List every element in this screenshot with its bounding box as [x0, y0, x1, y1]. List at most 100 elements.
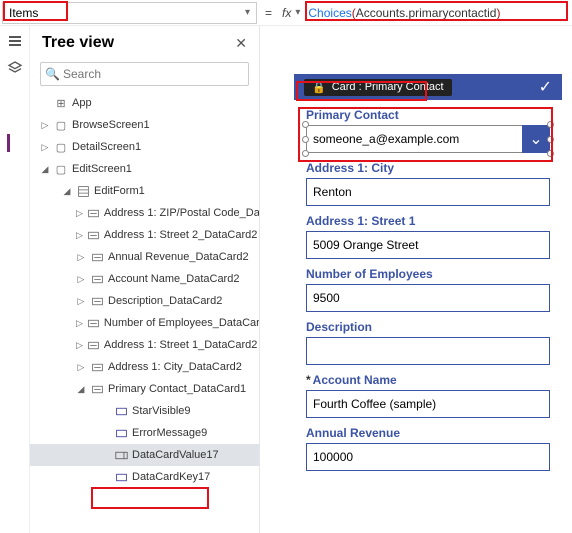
account-name-input[interactable]: Fourth Coffee (sample) — [306, 390, 550, 418]
tree-node[interactable]: ErrorMessage9 — [30, 422, 259, 444]
card-icon — [90, 360, 104, 374]
field-employees: Number of Employees 9500 — [306, 267, 550, 312]
city-input[interactable]: Renton — [306, 178, 550, 206]
tree-node[interactable]: ◢Primary Contact_DataCard1 — [30, 378, 259, 400]
card-icon — [90, 382, 104, 396]
card-icon — [90, 294, 104, 308]
field-street1: Address 1: Street 1 5009 Orange Street — [306, 214, 550, 259]
tree-node[interactable]: ▷Address 1: City_DataCard2 — [30, 356, 259, 378]
control-icon — [114, 426, 128, 440]
field-value: 9500 — [313, 291, 340, 305]
canvas: 🔒 Card : Primary Contact ✓ Primary Conta… — [260, 26, 572, 533]
field-label: Number of Employees — [306, 267, 550, 281]
tree-node[interactable]: ▷Address 1: ZIP/Postal Code_DataCard2 — [30, 202, 259, 224]
tree: ⊞App ▷▢BrowseScreen1 ▷▢DetailScreen1 ◢▢E… — [30, 92, 259, 533]
tree-label: EditScreen1 — [72, 163, 132, 175]
tree-node[interactable]: ▷Address 1: Street 1_DataCard2 — [30, 334, 259, 356]
tree-view-icon[interactable] — [7, 60, 23, 81]
tree-node[interactable]: ▷Address 1: Street 2_DataCard2 — [30, 224, 259, 246]
field-annual-revenue: Annual Revenue 100000 — [306, 426, 550, 471]
tree-label: Annual Revenue_DataCard2 — [108, 251, 249, 263]
control-icon — [114, 404, 128, 418]
property-bar: Items ▾ = fx ▾ Choices(Accounts.primaryc… — [0, 0, 572, 26]
property-select[interactable]: Items ▾ — [2, 2, 257, 24]
tree-label: StarVisible9 — [132, 405, 191, 417]
description-input[interactable] — [306, 337, 550, 365]
left-rail — [0, 26, 30, 533]
tree-node[interactable]: ▷Account Name_DataCard2 — [30, 268, 259, 290]
card-header: 🔒 Card : Primary Contact ✓ — [294, 74, 562, 100]
close-icon[interactable]: ✕ — [235, 35, 247, 52]
field-value: Fourth Coffee (sample) — [313, 397, 436, 411]
field-label: Address 1: Street 1 — [306, 214, 550, 228]
fx-label: fx ▾ — [278, 6, 304, 20]
card-icon — [87, 316, 100, 330]
chevron-down-icon: ▾ — [245, 7, 250, 18]
check-icon[interactable]: ✓ — [539, 77, 552, 97]
field-label: Primary Contact — [306, 108, 550, 122]
tree-node-browse[interactable]: ▷▢BrowseScreen1 — [30, 114, 259, 136]
field-primary-contact: Primary Contact someone_a@example.com ⌄ — [306, 108, 550, 153]
field-label: *Account Name — [306, 373, 550, 387]
chevron-down-icon[interactable]: ⌄ — [522, 125, 550, 153]
equals-label: = — [259, 6, 278, 20]
combo-icon — [114, 448, 128, 462]
field-label: Description — [306, 320, 550, 334]
lock-icon: 🔒 — [312, 81, 326, 94]
primary-contact-combo[interactable]: someone_a@example.com ⌄ — [306, 125, 550, 153]
tree-label: ErrorMessage9 — [132, 427, 207, 439]
screen-icon: ▢ — [54, 140, 68, 154]
tree-label: Address 1: ZIP/Postal Code_DataCard2 — [104, 207, 259, 219]
field-value: 5009 Orange Street — [313, 238, 418, 252]
tree-label: Address 1: Street 1_DataCard2 — [104, 339, 257, 351]
formula-arg: Accounts.primarycontactid — [356, 6, 497, 20]
form-body: Primary Contact someone_a@example.com ⌄ … — [294, 100, 562, 520]
tree-label: BrowseScreen1 — [72, 119, 150, 131]
tree-label: EditForm1 — [94, 185, 145, 197]
app-icon: ⊞ — [54, 96, 68, 110]
fx-icon: fx — [282, 6, 291, 20]
form-icon — [76, 184, 90, 198]
tree-node[interactable]: ▷Description_DataCard2 — [30, 290, 259, 312]
search-icon: 🔍 — [45, 67, 60, 81]
tree-label: Number of Employees_DataCard2 — [104, 317, 259, 329]
tree-node[interactable]: StarVisible9 — [30, 400, 259, 422]
formula-fn: Choices — [308, 6, 351, 20]
tree-view-panel: Tree view ✕ 🔍 ⊞App ▷▢BrowseScreen1 ▷▢Det… — [30, 26, 260, 533]
field-value: someone_a@example.com — [313, 132, 459, 146]
screen-icon: ▢ — [54, 162, 68, 176]
tree-node[interactable]: ▷Number of Employees_DataCard2 — [30, 312, 259, 334]
tree-node-detail[interactable]: ▷▢DetailScreen1 — [30, 136, 259, 158]
formula-bar[interactable]: Choices(Accounts.primarycontactid) — [304, 6, 504, 20]
tree-view-title: Tree view — [42, 34, 114, 52]
field-value: 100000 — [313, 450, 353, 464]
street1-input[interactable]: 5009 Orange Street — [306, 231, 550, 259]
field-label: Address 1: City — [306, 161, 550, 175]
hamburger-icon[interactable] — [9, 34, 21, 48]
field-label: Annual Revenue — [306, 426, 550, 440]
tree-node[interactable]: ▷Annual Revenue_DataCard2 — [30, 246, 259, 268]
tree-node-form[interactable]: ◢EditForm1 — [30, 180, 259, 202]
card-badge: 🔒 Card : Primary Contact — [304, 79, 452, 96]
field-description: Description — [306, 320, 550, 365]
tree-label: Address 1: City_DataCard2 — [108, 361, 242, 373]
chevron-down-icon[interactable]: ▾ — [295, 7, 300, 18]
tree-node-selected[interactable]: DataCardValue17 — [30, 444, 259, 466]
control-icon — [114, 470, 128, 484]
tree-label: DetailScreen1 — [72, 141, 141, 153]
tree-label: App — [72, 97, 92, 109]
field-account-name: *Account Name Fourth Coffee (sample) — [306, 373, 550, 418]
tree-node[interactable]: DataCardKey17 — [30, 466, 259, 488]
tree-label: Account Name_DataCard2 — [108, 273, 239, 285]
card-icon — [87, 338, 100, 352]
tree-label: DataCardValue17 — [132, 449, 219, 461]
screen-icon: ▢ — [54, 118, 68, 132]
tree-node-app[interactable]: ⊞ App — [30, 92, 259, 114]
card-icon — [87, 228, 100, 242]
annual-revenue-input[interactable]: 100000 — [306, 443, 550, 471]
tree-node-edit[interactable]: ◢▢EditScreen1 — [30, 158, 259, 180]
tree-label: Description_DataCard2 — [108, 295, 222, 307]
card-icon — [90, 272, 104, 286]
employees-input[interactable]: 9500 — [306, 284, 550, 312]
search-input[interactable] — [40, 62, 249, 86]
